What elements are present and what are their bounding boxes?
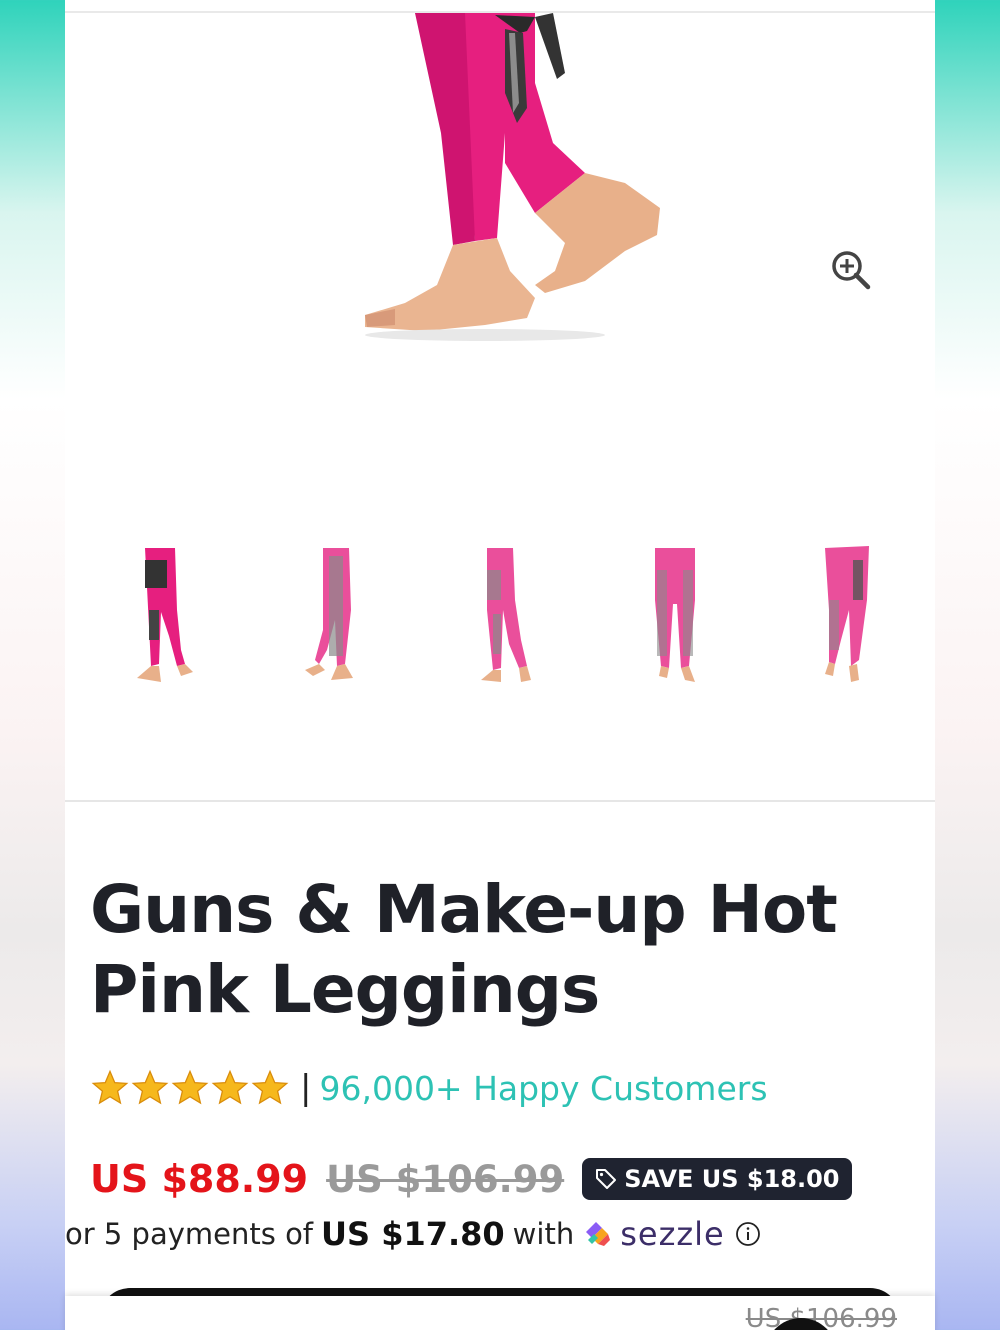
thumbnail-three-quarter[interactable] (475, 540, 545, 690)
payments-with: with (512, 1217, 575, 1251)
payments-prefix: or 5 payments of (65, 1217, 314, 1251)
sezzle-icon (586, 1222, 611, 1246)
section-divider (65, 800, 935, 802)
star-icon (131, 1069, 169, 1105)
product-title: Guns & Make-up Hot Pink Leggings (90, 871, 838, 1028)
installment-row: or 5 payments of US $17.80 with sezzle (65, 1212, 761, 1256)
original-price: US $106.99 (326, 1157, 565, 1201)
star-rating (90, 1069, 290, 1107)
price-row: US $88.99 US $106.99 SAVE US $18.00 (90, 1155, 852, 1203)
happy-customers-link[interactable]: 96,000+ Happy Customers (319, 1069, 767, 1108)
thumbnail-side-back[interactable] (815, 540, 885, 690)
thumbnail-back[interactable] (645, 540, 715, 690)
star-icon (211, 1069, 249, 1105)
sezzle-logo[interactable]: sezzle (582, 1215, 725, 1253)
sezzle-wordmark: sezzle (620, 1215, 725, 1253)
save-badge: SAVE US $18.00 (582, 1158, 852, 1200)
tag-icon (596, 1169, 617, 1189)
thumbnail-side-left[interactable] (135, 540, 205, 690)
rating-separator: | (300, 1068, 312, 1108)
star-icon (171, 1069, 209, 1105)
star-icon (91, 1069, 129, 1105)
thumbnail-side-right[interactable] (305, 540, 375, 690)
payment-amount: US $17.80 (321, 1215, 505, 1253)
rating-row: | 96,000+ Happy Customers (90, 1066, 768, 1110)
save-badge-label: SAVE US $18.00 (624, 1165, 840, 1193)
product-page: Guns & Make-up Hot Pink Leggings | 96,00… (65, 0, 935, 1330)
info-icon[interactable] (735, 1221, 761, 1247)
star-icon (251, 1069, 289, 1105)
zoom-in-icon[interactable] (829, 248, 873, 292)
current-price: US $88.99 (90, 1157, 309, 1201)
thumbnail-strip (65, 540, 935, 690)
product-main-image[interactable] (65, 13, 935, 483)
